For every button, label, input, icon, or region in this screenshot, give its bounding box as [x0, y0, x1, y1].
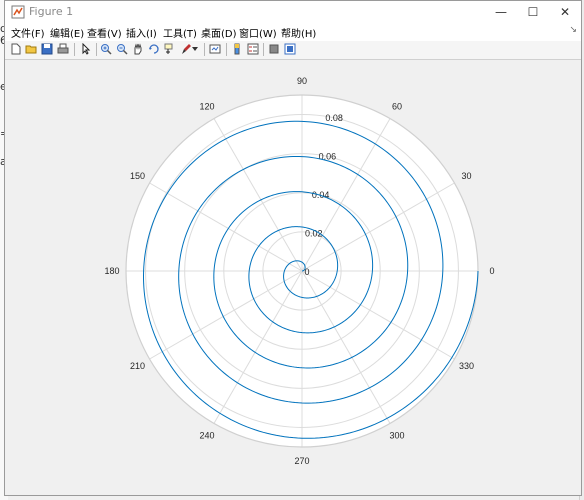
theta-tick-label: 210 — [130, 361, 145, 371]
menu-view[interactable]: 查看(V) — [87, 25, 122, 40]
theta-tick-label: 120 — [199, 101, 214, 111]
toolbar-separator — [263, 43, 264, 56]
menu-file[interactable]: 文件(F) — [11, 25, 45, 40]
close-button[interactable]: ✕ — [549, 1, 581, 23]
brush-dropdown-icon[interactable] — [191, 42, 199, 56]
legend-icon[interactable] — [246, 42, 260, 56]
theta-tick-label: 180 — [104, 266, 119, 276]
window-title: Figure 1 — [29, 5, 74, 18]
menu-window[interactable]: 窗口(W) — [239, 25, 277, 40]
rotate-3d-icon[interactable] — [147, 42, 161, 56]
theta-tick-label: 270 — [294, 456, 309, 466]
zoom-out-icon[interactable] — [115, 42, 129, 56]
minimize-icon: — — [495, 5, 507, 19]
polar-plot[interactable]: 030609012015018021024027030033000.020.04… — [5, 60, 581, 496]
dock-arrow-icon[interactable]: ↘ — [569, 25, 577, 35]
matlab-figure-icon — [11, 5, 25, 19]
colorbar-icon[interactable] — [230, 42, 244, 56]
menu-help[interactable]: 帮助(H) — [281, 25, 316, 40]
theta-tick-label: 60 — [392, 101, 402, 111]
theta-tick-label: 30 — [462, 171, 472, 181]
r-tick-label: 0.08 — [325, 113, 343, 123]
theta-tick-label: 240 — [199, 431, 214, 441]
toolbar-separator — [204, 43, 205, 56]
figure-window: Figure 1 — ☐ ✕ 文件(F) 编辑(E) 查看(V) 插入(I) 工… — [4, 0, 582, 496]
title-bar[interactable]: Figure 1 — ☐ ✕ — [5, 1, 581, 23]
menu-bar: 文件(F) 编辑(E) 查看(V) 插入(I) 工具(T) 桌面(D) 窗口(W… — [5, 23, 581, 41]
save-icon[interactable] — [40, 42, 54, 56]
toolbar-separator — [96, 43, 97, 56]
theta-tick-label: 0 — [489, 266, 494, 276]
open-icon[interactable] — [24, 42, 38, 56]
figure-canvas[interactable]: 0 30 60 90 120 150 180 210 240 270 300 330 0 0.02 0.04… — [5, 60, 581, 495]
toolbar-separator — [74, 43, 75, 56]
theta-tick-label: 300 — [389, 431, 404, 441]
maximize-icon: ☐ — [527, 5, 539, 19]
menu-tools[interactable]: 工具(T) — [163, 25, 197, 40]
r-tick-label: 0.06 — [319, 151, 337, 161]
theta-tick-label: 330 — [459, 361, 474, 371]
menu-edit[interactable]: 编辑(E) — [50, 25, 84, 40]
maximize-button[interactable]: ☐ — [517, 1, 549, 23]
pan-icon[interactable] — [131, 42, 145, 56]
toolbar-separator — [226, 43, 227, 56]
print-icon[interactable] — [56, 42, 70, 56]
data-cursor-icon[interactable] — [163, 42, 177, 56]
menu-desktop[interactable]: 桌面(D) — [201, 25, 237, 40]
menu-insert[interactable]: 插入(I) — [126, 25, 157, 40]
link-plot-icon[interactable] — [208, 42, 222, 56]
hide-plot-tools-icon[interactable] — [267, 42, 281, 56]
close-icon: ✕ — [559, 5, 571, 19]
zoom-in-icon[interactable] — [99, 42, 113, 56]
show-plot-tools-icon[interactable] — [283, 42, 297, 56]
theta-tick-label: 150 — [130, 171, 145, 181]
figure-toolbar — [5, 41, 581, 60]
pointer-icon[interactable] — [79, 42, 93, 56]
minimize-button[interactable]: — — [485, 1, 517, 23]
theta-tick-label: 90 — [297, 76, 307, 86]
new-figure-icon[interactable] — [9, 42, 23, 56]
